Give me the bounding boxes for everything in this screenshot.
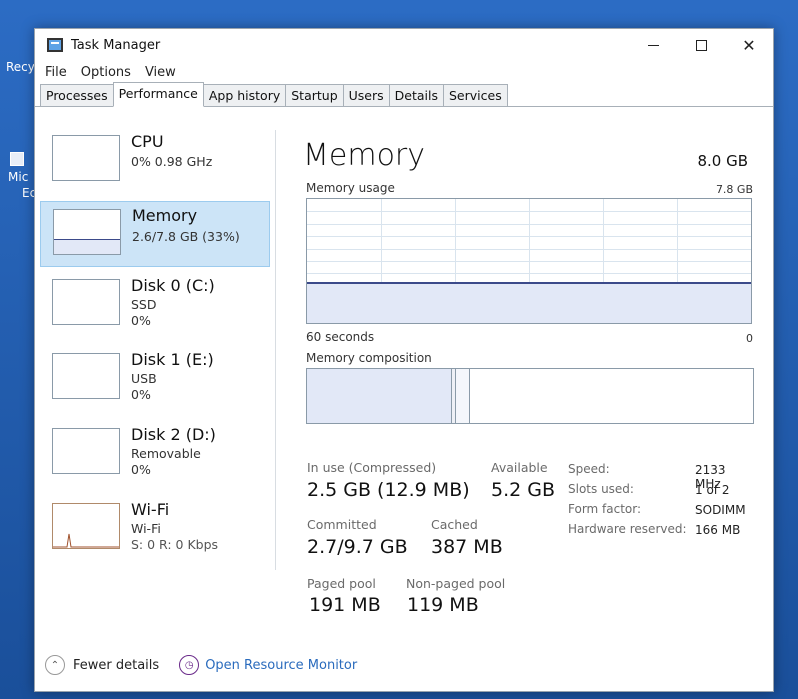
memory-composition-bar xyxy=(306,368,754,424)
title-bar[interactable]: Task Manager ✕ xyxy=(35,29,773,61)
sidebar-item-cpu[interactable]: CPU 0% 0.98 GHz xyxy=(40,128,270,194)
memory-composition-label: Memory composition xyxy=(306,351,432,365)
sidebar-item-title: Wi-Fi xyxy=(131,500,170,519)
sidebar-item-detail: 0% xyxy=(131,387,151,402)
sidebar-item-detail: Removable xyxy=(131,446,201,461)
graph-time-left: 60 seconds xyxy=(306,330,375,344)
sidebar-item-disk-1[interactable]: Disk 1 (E:) USB 0% xyxy=(40,346,270,412)
memory-total: 8.0 GB xyxy=(697,152,748,170)
open-resource-monitor-link[interactable]: Open Resource Monitor xyxy=(205,658,357,673)
spec-label-hardware-reserved: Hardware reserved: xyxy=(568,522,687,536)
committed-value: 2.7/9.7 GB xyxy=(307,536,408,558)
window-title: Task Manager xyxy=(71,37,161,53)
sidebar-item-title: Disk 2 (D:) xyxy=(131,425,216,444)
menu-bar: File Options View xyxy=(35,61,773,83)
panel-divider xyxy=(275,130,276,570)
memory-usage-label: Memory usage xyxy=(306,181,395,195)
sidebar-item-detail: S: 0 R: 0 Kbps xyxy=(131,537,219,552)
sidebar-item-disk-2[interactable]: Disk 2 (D:) Removable 0% xyxy=(40,421,270,487)
maximize-icon xyxy=(695,39,707,51)
sidebar-item-detail: 0% 0.98 GHz xyxy=(131,154,213,169)
close-button[interactable]: ✕ xyxy=(725,29,773,61)
close-icon: ✕ xyxy=(742,35,756,55)
sidebar-item-title: Disk 0 (C:) xyxy=(131,276,215,295)
disk-0-thumbnail-graph xyxy=(52,279,120,325)
memory-usage-graph xyxy=(306,198,752,324)
sidebar-item-memory[interactable]: Memory 2.6/7.8 GB (33%) xyxy=(40,201,270,267)
spec-value-slots: 1 of 2 xyxy=(695,483,730,497)
edge-icon[interactable] xyxy=(10,152,24,166)
non-paged-pool-value: 119 MB xyxy=(407,594,479,616)
sidebar-item-detail: SSD xyxy=(131,297,157,312)
cached-value: 387 MB xyxy=(431,536,503,558)
menu-options[interactable]: Options xyxy=(81,65,131,80)
in-use-label: In use (Compressed) xyxy=(307,460,437,475)
fewer-details-link[interactable]: Fewer details xyxy=(73,658,159,673)
menu-file[interactable]: File xyxy=(45,65,67,80)
cached-label: Cached xyxy=(431,517,478,532)
sidebar-item-title: CPU xyxy=(131,132,164,151)
memory-thumbnail-graph xyxy=(53,209,121,255)
sidebar-item-detail: USB xyxy=(131,371,157,386)
wifi-thumbnail-graph xyxy=(52,503,120,549)
menu-view[interactable]: View xyxy=(145,65,176,80)
available-label: Available xyxy=(491,460,548,475)
minimize-button[interactable] xyxy=(629,29,677,61)
spec-value-form-factor: SODIMM xyxy=(695,503,746,517)
tab-details[interactable]: Details xyxy=(388,84,444,106)
desktop-icon-label[interactable]: Mic xyxy=(8,170,28,184)
spec-label-form-factor: Form factor: xyxy=(568,502,642,516)
minimize-icon xyxy=(647,44,659,46)
memory-usage-max: 7.8 GB xyxy=(715,183,753,196)
sidebar-item-title: Memory xyxy=(132,206,198,225)
page-title: Memory xyxy=(303,138,426,173)
sidebar-item-title: Disk 1 (E:) xyxy=(131,350,214,369)
sidebar-item-detail: 0% xyxy=(131,313,151,328)
sidebar-item-disk-0[interactable]: Disk 0 (C:) SSD 0% xyxy=(40,272,270,338)
tab-strip: Processes Performance App history Startu… xyxy=(35,82,773,107)
sidebar-item-detail: 2.6/7.8 GB (33%) xyxy=(132,229,240,244)
paged-pool-label: Paged pool xyxy=(307,576,376,591)
resource-monitor-icon[interactable]: ◷ xyxy=(179,655,200,675)
sidebar-item-detail: 0% xyxy=(131,462,151,477)
committed-label: Committed xyxy=(307,517,377,532)
disk-2-thumbnail-graph xyxy=(52,428,120,474)
cpu-thumbnail-graph xyxy=(52,135,120,181)
sidebar-item-detail: Wi-Fi xyxy=(131,521,161,536)
spec-label-speed: Speed: xyxy=(568,462,610,476)
chevron-up-icon[interactable]: ⌃ xyxy=(45,655,65,675)
sidebar-item-wifi[interactable]: Wi-Fi Wi-Fi S: 0 R: 0 Kbps xyxy=(40,496,270,562)
tab-startup[interactable]: Startup xyxy=(285,84,344,106)
tab-app-history[interactable]: App history xyxy=(202,84,287,106)
tab-services[interactable]: Services xyxy=(443,84,508,106)
desktop-icon-label[interactable]: Recy xyxy=(6,60,35,74)
spec-label-slots: Slots used: xyxy=(568,482,634,496)
tab-performance[interactable]: Performance xyxy=(112,82,204,107)
footer: ⌃ Fewer details ◷ Open Resource Monitor xyxy=(45,655,357,675)
performance-panel: CPU 0% 0.98 GHz Memory 2.6/7.8 GB (33%) … xyxy=(35,110,773,691)
in-use-value: 2.5 GB (12.9 MB) xyxy=(307,479,470,501)
disk-1-thumbnail-graph xyxy=(52,353,120,399)
non-paged-pool-label: Non-paged pool xyxy=(406,576,506,591)
memory-usage-fill xyxy=(307,282,751,323)
composition-in-use xyxy=(307,369,452,423)
paged-pool-value: 191 MB xyxy=(309,594,381,616)
tab-processes[interactable]: Processes xyxy=(40,84,114,106)
maximize-button[interactable] xyxy=(677,29,725,61)
graph-time-right: 0 xyxy=(746,332,753,345)
tab-users[interactable]: Users xyxy=(342,84,390,106)
task-manager-icon xyxy=(47,38,63,52)
spec-value-hardware-reserved: 166 MB xyxy=(695,523,741,537)
available-value: 5.2 GB xyxy=(491,479,556,501)
task-manager-window: Task Manager ✕ File Options View Process… xyxy=(34,28,774,692)
composition-standby xyxy=(456,369,470,423)
